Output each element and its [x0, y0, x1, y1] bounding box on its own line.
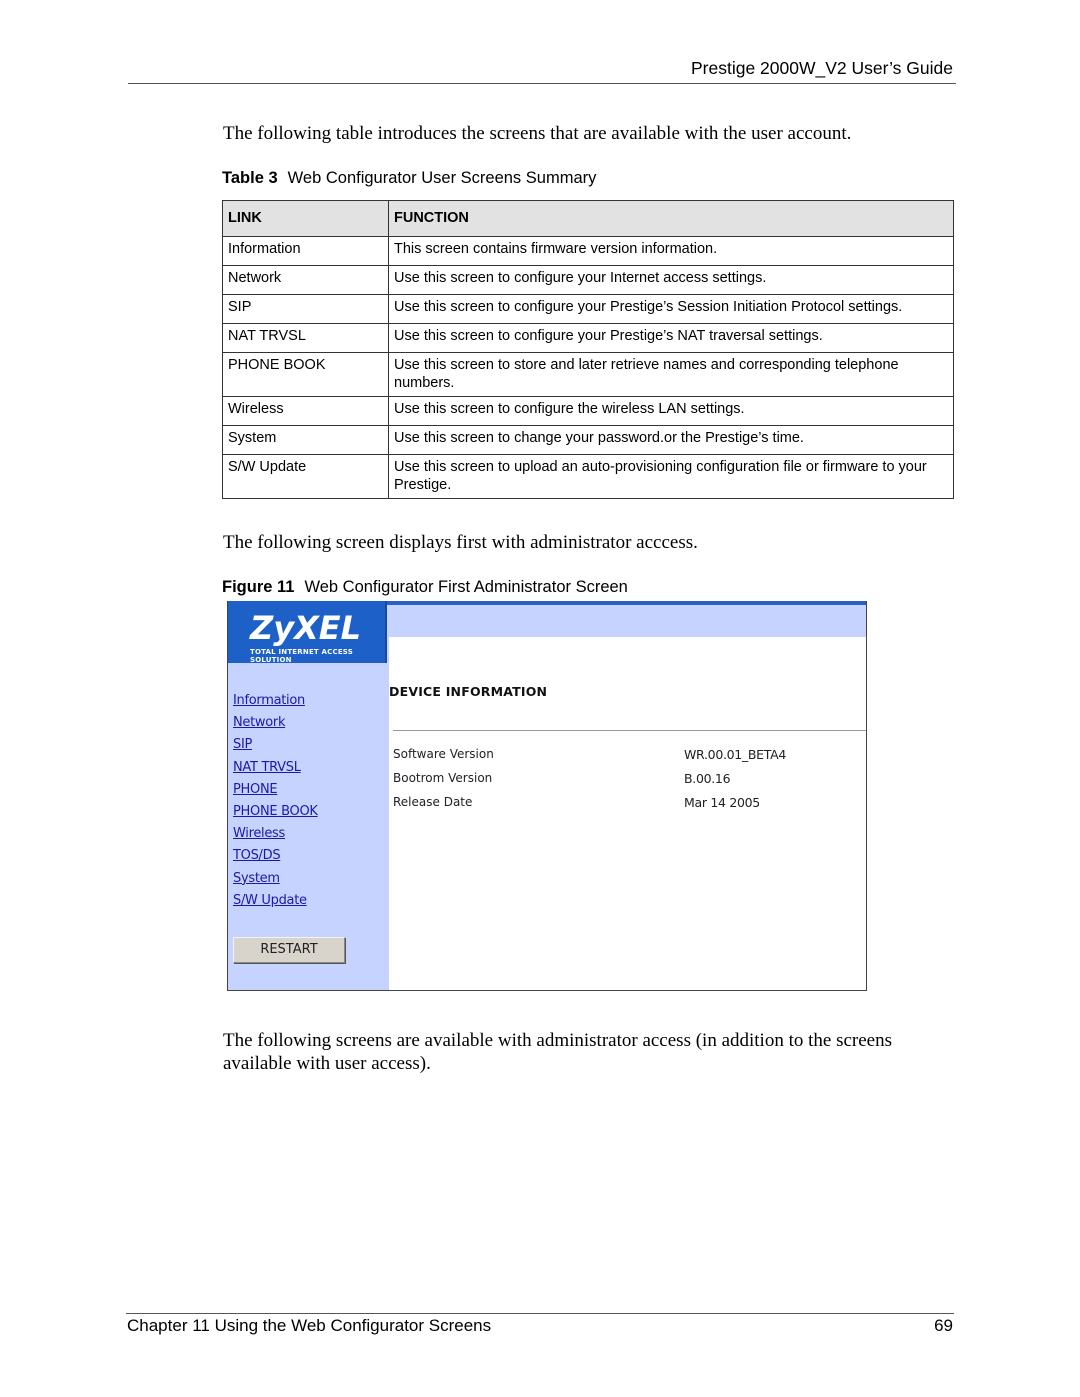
- table-row: Information This screen contains firmware…: [222, 236, 954, 266]
- table-caption-title: Web Configurator User Screens Summary: [287, 169, 597, 187]
- top-band: [385, 605, 866, 637]
- link-cell: S/W Update: [222, 454, 389, 499]
- link-cell: Network: [222, 265, 389, 295]
- column-header-function: FUNCTION: [388, 200, 954, 237]
- release-date-label: Release Date: [393, 795, 473, 809]
- closing-paragraph: The following screens are available with…: [223, 1030, 892, 1074]
- software-version-label: Software Version: [393, 747, 494, 761]
- nav-link-sw-update[interactable]: S/W Update: [233, 890, 318, 912]
- software-version-value: WR.00.01_BETA4: [684, 747, 787, 762]
- figure-caption: Figure 11 Web Configurator First Administ…: [222, 578, 628, 597]
- table-row: Wireless Use this screen to configure the…: [222, 396, 954, 426]
- link-cell: PHONE BOOK: [222, 352, 389, 397]
- nav-link-phone[interactable]: PHONE: [233, 779, 318, 801]
- nav-link-sip[interactable]: SIP: [233, 734, 318, 756]
- table-row: S/W Update Use this screen to upload an a…: [222, 454, 954, 499]
- admin-paragraph: The following screen displays first with…: [223, 532, 698, 553]
- table-caption: Table 3 Web Configurator User Screens Sum…: [222, 169, 596, 188]
- running-header: Prestige 2000W_V2 User’s Guide: [691, 58, 953, 78]
- nav-link-nat-trvsl[interactable]: NAT TRVSL: [233, 757, 318, 779]
- release-date-value: Mar 14 2005: [684, 795, 760, 810]
- table-caption-label: Table 3: [222, 169, 278, 187]
- nav-link-information[interactable]: Information: [233, 690, 318, 712]
- bootrom-version-value: B.00.16: [684, 771, 731, 786]
- function-cell: Use this screen to store and later retri…: [388, 352, 954, 397]
- function-cell: Use this screen to change your password.…: [388, 425, 954, 455]
- function-cell: Use this screen to upload an auto-provis…: [388, 454, 954, 499]
- restart-button[interactable]: RESTART: [233, 937, 345, 963]
- logo-brand: ZyXEL: [250, 609, 361, 647]
- table-row: Network Use this screen to configure your…: [222, 265, 954, 295]
- screens-summary-table: LINK FUNCTION Information This screen con…: [222, 200, 954, 499]
- column-header-link: LINK: [222, 200, 389, 237]
- function-cell: Use this screen to configure your Presti…: [388, 323, 954, 353]
- page-number: 69: [934, 1316, 953, 1335]
- link-cell: System: [222, 425, 389, 455]
- link-cell: Information: [222, 236, 389, 266]
- table-row: PHONE BOOK Use this screen to store and l…: [222, 352, 954, 397]
- logo-tagline: TOTAL INTERNET ACCESS SOLUTION: [250, 648, 353, 664]
- nav-link-phone-book[interactable]: PHONE BOOK: [233, 801, 318, 823]
- section-divider: [393, 730, 866, 731]
- figure-caption-title: Web Configurator First Administrator Scr…: [304, 578, 628, 596]
- table-row: System Use this screen to change your pas…: [222, 425, 954, 455]
- nav-menu: Information Network SIP NAT TRVSL PHONE …: [233, 690, 318, 912]
- table-row: NAT TRVSL Use this screen to configure yo…: [222, 323, 954, 353]
- zyxel-logo: ZyXEL TOTAL INTERNET ACCESS SOLUTION: [228, 601, 387, 664]
- device-information-title: DEVICE INFORMATION: [389, 684, 548, 699]
- header-rule: [128, 83, 956, 84]
- footer-chapter: Chapter 11 Using the Web Configurator Sc…: [127, 1316, 492, 1335]
- link-cell: NAT TRVSL: [222, 323, 389, 353]
- function-cell: This screen contains firmware version in…: [388, 236, 954, 266]
- table-header-row: LINK FUNCTION: [222, 200, 954, 237]
- bootrom-version-label: Bootrom Version: [393, 771, 493, 785]
- nav-link-tos-ds[interactable]: TOS/DS: [233, 845, 318, 867]
- nav-link-wireless[interactable]: Wireless: [233, 823, 318, 845]
- function-cell: Use this screen to configure your Intern…: [388, 265, 954, 295]
- link-cell: Wireless: [222, 396, 389, 426]
- figure-caption-label: Figure 11: [222, 578, 295, 596]
- table-row: SIP Use this screen to configure your Pre…: [222, 294, 954, 324]
- nav-link-system[interactable]: System: [233, 868, 318, 890]
- function-cell: Use this screen to configure the wireles…: [388, 396, 954, 426]
- link-cell: SIP: [222, 294, 389, 324]
- function-cell: Use this screen to configure your Presti…: [388, 294, 954, 324]
- nav-link-network[interactable]: Network: [233, 712, 318, 734]
- web-configurator-screenshot: ZyXEL TOTAL INTERNET ACCESS SOLUTION Inf…: [227, 601, 867, 991]
- intro-paragraph: The following table introduces the scree…: [223, 123, 852, 144]
- footer-rule: [126, 1313, 954, 1314]
